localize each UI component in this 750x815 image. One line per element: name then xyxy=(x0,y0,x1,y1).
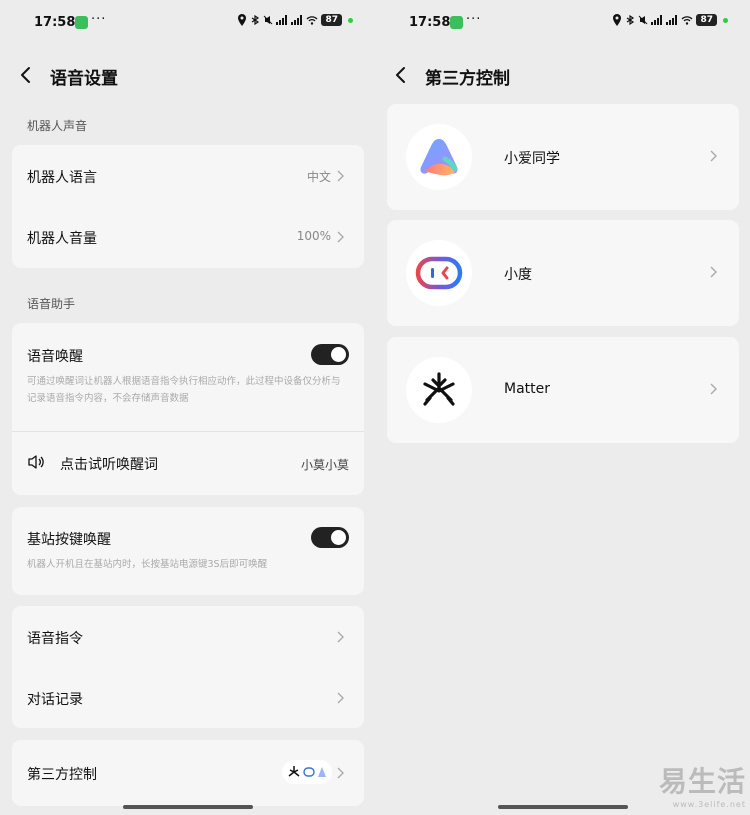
commands-card: 语音指令 对话记录 xyxy=(12,606,364,728)
row-label: 对话记录 xyxy=(27,692,83,708)
chevron-right-icon xyxy=(710,383,717,395)
voice-commands-row[interactable]: 语音指令 xyxy=(12,606,364,667)
chevron-right-icon xyxy=(710,150,717,162)
xiaoai-logo-icon xyxy=(406,124,472,190)
row-label: 语音指令 xyxy=(27,631,83,647)
watermark: 易生活 www.3elife.net xyxy=(659,760,746,809)
base-key-wake-toggle[interactable] xyxy=(311,527,349,548)
back-arrow-icon[interactable] xyxy=(393,66,409,84)
matter-row[interactable]: Matter xyxy=(387,337,739,443)
row-value: 中文 xyxy=(306,170,331,184)
status-bar: 17:58 ··· 87 xyxy=(0,0,375,46)
signal-icon-2 xyxy=(291,15,303,25)
row-label: 点击试听唤醒词 xyxy=(60,457,158,473)
page-header: 语音设置 xyxy=(0,56,375,94)
bluetooth-icon xyxy=(252,15,260,25)
chevron-right-icon xyxy=(337,692,344,704)
section-voice-assistant: 语音助手 xyxy=(27,297,76,311)
battery-icon: 87 xyxy=(696,14,717,26)
wifi-icon xyxy=(307,16,318,25)
row-value: 100% xyxy=(296,229,331,243)
watermark-url: www.3elife.net xyxy=(672,800,746,809)
voice-wake-toggle[interactable] xyxy=(311,344,349,365)
row-label: 机器人音量 xyxy=(27,231,97,247)
app-notification-icon xyxy=(75,16,88,29)
status-time: 17:58 xyxy=(409,15,451,30)
app-notification-icon xyxy=(450,16,463,29)
signal-icon xyxy=(651,15,663,25)
toggle-knob xyxy=(331,347,346,362)
row-label: 机器人语言 xyxy=(27,170,97,186)
page-title: 语音设置 xyxy=(50,69,118,89)
chevron-right-icon xyxy=(337,170,344,182)
mute-icon xyxy=(264,15,273,25)
base-key-card: 基站按键唤醒 机器人开机且在基站内时，长按基站电源键3S后即可唤醒 xyxy=(12,507,364,595)
location-icon xyxy=(613,14,622,26)
voice-wake-row: 语音唤醒 可通过唤醒词让机器人根据语音指令执行相应动作，此过程中设备仅分析与记录… xyxy=(12,323,364,431)
xiaodu-logo-icon xyxy=(406,240,472,306)
integration-name: 小度 xyxy=(504,267,532,283)
matter-logo-icon xyxy=(406,357,472,423)
chevron-right-icon xyxy=(337,767,344,779)
privacy-indicator-icon xyxy=(723,17,728,23)
back-arrow-icon[interactable] xyxy=(18,66,34,84)
status-bar: 17:58 ··· 87 xyxy=(375,0,750,46)
more-notifications-icon: ··· xyxy=(466,12,482,27)
status-time: 17:58 xyxy=(34,15,76,30)
integration-name: Matter xyxy=(504,381,551,397)
privacy-indicator-icon xyxy=(348,17,353,23)
robot-language-row[interactable]: 机器人语言 中文 xyxy=(12,145,364,206)
chevron-right-icon xyxy=(337,231,344,243)
mute-icon xyxy=(639,15,648,25)
xiaodu-logo-icon xyxy=(303,767,315,777)
third-party-row[interactable]: 第三方控制 xyxy=(12,740,364,806)
location-icon xyxy=(238,14,247,26)
row-label: 第三方控制 xyxy=(27,767,97,783)
page-header: 第三方控制 xyxy=(375,56,750,94)
toggle-knob xyxy=(331,530,346,545)
wifi-icon xyxy=(682,16,693,25)
base-key-description: 机器人开机且在基站内时，长按基站电源键3S后即可唤醒 xyxy=(27,559,268,570)
bluetooth-icon xyxy=(627,15,635,25)
robot-volume-row[interactable]: 机器人音量 100% xyxy=(12,206,364,268)
wake-word-value: 小莫小莫 xyxy=(300,458,349,472)
matter-logo-icon xyxy=(288,766,300,777)
voice-wake-description: 可通过唤醒词让机器人根据语音指令执行相应动作，此过程中设备仅分析与记录语音指令内… xyxy=(27,376,341,404)
xiaoai-row[interactable]: 小爱同学 xyxy=(387,104,739,210)
chat-history-row[interactable]: 对话记录 xyxy=(12,667,364,728)
robot-voice-card: 机器人语言 中文 机器人音量 100% xyxy=(12,145,364,268)
third-party-control-screen: 17:58 ··· 87 第三方控制 小爱同学 小度 Matter 易生活 ww… xyxy=(375,0,750,815)
signal-icon xyxy=(276,15,288,25)
row-label: 语音唤醒 xyxy=(27,349,83,365)
speaker-icon xyxy=(28,455,44,469)
status-icons: 87 xyxy=(612,14,728,26)
battery-icon: 87 xyxy=(321,14,342,26)
watermark-logo: 易生活 xyxy=(658,765,746,798)
home-indicator[interactable] xyxy=(498,805,628,809)
voice-settings-screen: 17:58 ··· 87 语音设置 机器人声音 机器人语言 中文 机器人音量 1… xyxy=(0,0,375,815)
third-party-logos xyxy=(282,760,332,784)
integration-name: 小爱同学 xyxy=(504,151,560,167)
row-label: 基站按键唤醒 xyxy=(27,532,111,548)
status-icons: 87 xyxy=(237,14,353,26)
more-notifications-icon: ··· xyxy=(91,12,107,27)
xiaoai-logo-icon xyxy=(318,767,326,777)
home-indicator[interactable] xyxy=(123,805,253,809)
voice-assistant-card: 语音唤醒 可通过唤醒词让机器人根据语音指令执行相应动作，此过程中设备仅分析与记录… xyxy=(12,323,364,495)
signal-icon-2 xyxy=(666,15,678,25)
chevron-right-icon xyxy=(337,631,344,643)
listen-wake-word-row[interactable]: 点击试听唤醒词 小莫小莫 xyxy=(12,432,364,495)
chevron-right-icon xyxy=(710,266,717,278)
xiaodu-row[interactable]: 小度 xyxy=(387,220,739,326)
page-title: 第三方控制 xyxy=(425,69,510,89)
section-robot-voice: 机器人声音 xyxy=(27,119,88,133)
